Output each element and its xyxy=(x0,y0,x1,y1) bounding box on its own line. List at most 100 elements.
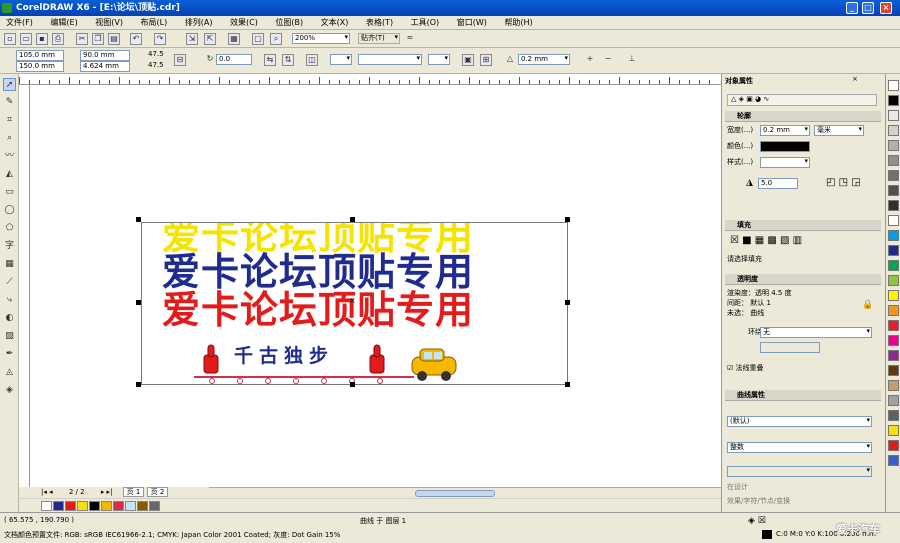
menu-table[interactable]: 表格(T) xyxy=(366,18,393,27)
y-position-field[interactable]: 150.0 mm xyxy=(16,61,64,72)
menu-arrange[interactable]: 排列(A) xyxy=(185,18,213,27)
copy-icon[interactable]: ❐ xyxy=(92,33,104,45)
shape-tool-icon[interactable]: ✎ xyxy=(3,96,16,109)
miter-field[interactable]: 5.0 xyxy=(758,178,798,189)
lock-icon[interactable]: 🔒 xyxy=(862,300,873,310)
palette-swatch[interactable] xyxy=(888,380,899,391)
new-icon[interactable]: ▫ xyxy=(4,33,16,45)
lock-ratio-icon[interactable]: ⊟ xyxy=(174,54,186,66)
outline-section-header[interactable]: 轮廓 xyxy=(725,111,881,122)
docker-tabs[interactable]: △ ◈ ▣ ◕ ∿ xyxy=(727,94,877,106)
scale-x-field[interactable]: 47.5 xyxy=(146,50,166,61)
unit-select[interactable]: 毫米 xyxy=(814,125,864,136)
scale-y-field[interactable]: 47.5 xyxy=(146,61,166,72)
swatch[interactable] xyxy=(113,501,124,511)
palette-swatch[interactable] xyxy=(888,245,899,256)
import-icon[interactable]: ⇲ xyxy=(186,33,198,45)
swatch[interactable] xyxy=(77,501,88,511)
dimension-tool-icon[interactable]: ⟋ xyxy=(3,276,16,289)
eyedropper-tool-icon[interactable]: ✒ xyxy=(3,348,16,361)
palette-swatch[interactable] xyxy=(888,260,899,271)
palette-swatch[interactable] xyxy=(888,320,899,331)
height-field[interactable]: 4.624 mm xyxy=(80,61,130,72)
palette-swatch[interactable] xyxy=(888,215,899,226)
palette-swatch[interactable] xyxy=(888,125,899,136)
x-position-field[interactable]: 105.0 mm xyxy=(16,50,64,61)
menu-view[interactable]: 视图(V) xyxy=(95,18,123,27)
menu-layout[interactable]: 布局(L) xyxy=(141,18,168,27)
mirror-h-icon[interactable]: ⇆ xyxy=(264,54,276,66)
maximize-button[interactable]: □ xyxy=(862,2,874,14)
options-icon[interactable]: ≈ xyxy=(404,33,416,45)
palette-swatch[interactable] xyxy=(888,275,899,286)
palette-swatch[interactable] xyxy=(888,350,899,361)
swatch[interactable] xyxy=(53,501,64,511)
palette-swatch[interactable] xyxy=(888,335,899,346)
transparency-tool-icon[interactable]: ▨ xyxy=(3,330,16,343)
swatch[interactable] xyxy=(125,501,136,511)
snap-dropdown[interactable]: 贴齐(T) xyxy=(358,33,400,44)
menu-effects[interactable]: 效果(C) xyxy=(230,18,258,27)
style-select[interactable]: (默认) xyxy=(727,416,872,427)
width-field[interactable]: 90.0 mm xyxy=(80,50,130,61)
menu-bitmaps[interactable]: 位图(B) xyxy=(275,18,303,27)
print-icon[interactable]: ⎙ xyxy=(52,33,64,45)
palette-swatch[interactable] xyxy=(888,305,899,316)
minus-icon[interactable]: − xyxy=(602,54,614,66)
outline-width-select[interactable]: 0.2 mm xyxy=(760,125,810,136)
open-icon[interactable]: ▭ xyxy=(20,33,32,45)
wrap-select[interactable]: 无 xyxy=(760,327,872,338)
swatch[interactable] xyxy=(65,501,76,511)
angle-field[interactable]: 0.0 xyxy=(216,54,252,65)
zoom-icon[interactable]: ⌕ xyxy=(270,33,282,45)
line-style-select[interactable] xyxy=(358,54,422,65)
ellipse-tool-icon[interactable]: ◯ xyxy=(3,204,16,217)
menu-file[interactable]: 文件(F) xyxy=(6,18,33,27)
palette-swatch[interactable] xyxy=(888,185,899,196)
connector-tool-icon[interactable]: ⤷ xyxy=(3,294,16,307)
scroll-thumb[interactable] xyxy=(415,490,495,497)
transform-icon[interactable]: ⊞ xyxy=(480,54,492,66)
docker-close-icon[interactable]: × xyxy=(852,75,858,83)
menu-edit[interactable]: 编辑(E) xyxy=(50,18,77,27)
fill-tool-icon[interactable]: ◈ xyxy=(3,384,16,397)
crop-tool-icon[interactable]: ⌗ xyxy=(3,114,16,127)
blend-tool-icon[interactable]: ◐ xyxy=(3,312,16,325)
wrap-offset-field[interactable] xyxy=(760,342,820,353)
smart-fill-icon[interactable]: ◭ xyxy=(3,168,16,181)
first-page-button[interactable]: |◂ ◂ xyxy=(41,488,53,496)
type-select[interactable]: 整数 xyxy=(727,442,872,453)
start-arrow-select[interactable] xyxy=(330,54,352,65)
next-page-button[interactable]: ▸ ▸| xyxy=(101,488,113,496)
wrap-icon[interactable]: ▣ xyxy=(462,54,474,66)
transparency-section-header[interactable]: 透明度 xyxy=(725,274,881,285)
close-curve-icon[interactable]: ◫ xyxy=(306,54,318,66)
palette-swatch[interactable] xyxy=(888,395,899,406)
palette-swatch[interactable] xyxy=(888,155,899,166)
table-tool-icon[interactable]: ▦ xyxy=(3,258,16,271)
curve-section-header[interactable]: 曲线属性 xyxy=(725,390,881,401)
outline-style-select[interactable] xyxy=(760,157,810,168)
launcher-icon[interactable]: ▦ xyxy=(228,33,240,45)
pin-icon[interactable]: ⊥ xyxy=(626,54,638,66)
pick-tool-icon[interactable]: ➚ xyxy=(3,78,16,91)
drawing-canvas[interactable]: 爱卡论坛顶贴专用 爱卡论坛顶贴专用 爱卡论坛顶贴专用 千古独步 × xyxy=(30,85,721,487)
palette-swatch[interactable] xyxy=(888,440,899,451)
palette-swatch[interactable] xyxy=(888,425,899,436)
rectangle-tool-icon[interactable]: ▭ xyxy=(3,186,16,199)
export-icon[interactable]: ⇱ xyxy=(204,33,216,45)
menu-tools[interactable]: 工具(O) xyxy=(411,18,440,27)
palette-swatch[interactable] xyxy=(888,80,899,91)
palette-swatch[interactable] xyxy=(888,140,899,151)
menu-help[interactable]: 帮助(H) xyxy=(504,18,532,27)
palette-swatch[interactable] xyxy=(888,290,899,301)
undo-icon[interactable]: ↶ xyxy=(130,33,142,45)
text-tool-icon[interactable]: 字 xyxy=(3,240,16,253)
fill-type-icons[interactable]: ☒ ■ ▦ ▩ ▧ ▥ xyxy=(730,235,802,246)
minimize-button[interactable]: _ xyxy=(846,2,858,14)
palette-swatch[interactable] xyxy=(888,410,899,421)
palette-swatch[interactable] xyxy=(888,455,899,466)
fill-section-header[interactable]: 填充 xyxy=(725,220,881,231)
plus-icon[interactable]: + xyxy=(584,54,596,66)
cut-icon[interactable]: ✂ xyxy=(76,33,88,45)
